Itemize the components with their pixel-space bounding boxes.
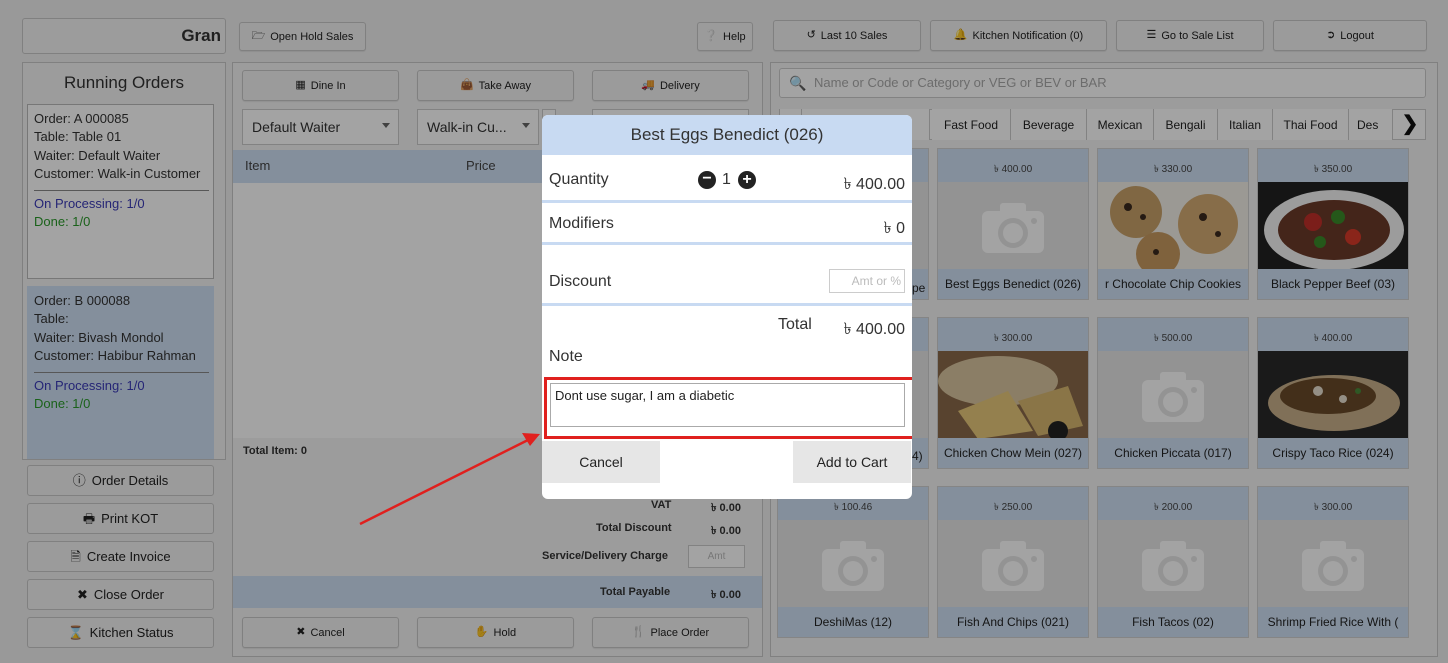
pos-screen: Gran 🗁 Open Hold Sales ❔ Help ↺ Last 10 Sal… bbox=[0, 0, 1448, 663]
annotation-arrow bbox=[359, 433, 540, 526]
